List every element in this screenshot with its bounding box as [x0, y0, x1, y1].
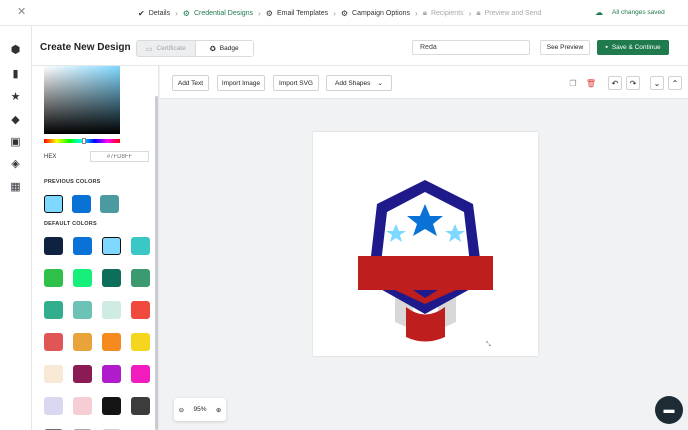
default-color-swatch[interactable]	[73, 333, 92, 351]
chevron-up-icon[interactable]: ⌃	[668, 76, 682, 90]
default-color-swatch[interactable]	[44, 301, 63, 319]
hex-input[interactable]	[90, 151, 149, 162]
default-colors-label: DEFAULT COLORS	[44, 221, 97, 227]
canvas-toolbar: Add Text Import Image Import SVG Add Sha…	[160, 66, 688, 99]
duplicate-icon[interactable]: ❐	[566, 76, 580, 90]
default-color-swatch[interactable]	[44, 397, 63, 415]
step-details[interactable]: ✔ Details	[138, 9, 170, 18]
add-shapes-dropdown[interactable]: Add Shapes ⌄	[326, 75, 392, 91]
default-color-swatch[interactable]	[131, 269, 150, 287]
chevron-down-icon[interactable]: ⌄	[650, 76, 664, 90]
chevron-right-icon: ›	[258, 8, 261, 18]
default-color-swatch[interactable]	[73, 397, 92, 415]
certificate-option[interactable]: ▭ Certificate	[137, 41, 195, 56]
chevron-right-icon: ›	[415, 8, 418, 18]
chat-icon[interactable]: ▬	[655, 396, 683, 424]
save-continue-button[interactable]: ▪ Save & Continue	[597, 40, 669, 55]
design-name-input[interactable]	[412, 40, 530, 55]
save-status: ☁ All changes saved	[595, 8, 665, 17]
layers-icon[interactable]: ◈	[9, 158, 22, 171]
resize-handle-icon[interactable]: ⤡	[486, 342, 491, 349]
cloud-check-icon: ☁	[595, 8, 603, 17]
page-title: Create New Design	[40, 42, 131, 53]
default-color-swatch[interactable]	[102, 365, 121, 383]
default-color-swatch[interactable]	[131, 365, 150, 383]
badge-icon[interactable]: ⬢	[9, 44, 22, 57]
default-color-swatch[interactable]	[73, 269, 92, 287]
hex-label: HEX	[44, 154, 57, 160]
add-text-button[interactable]: Add Text	[172, 75, 209, 91]
tag-icon[interactable]: ◆	[9, 114, 22, 127]
lock-icon: 🔒︎	[422, 8, 427, 17]
zoom-in-icon[interactable]: ⊕	[216, 406, 221, 414]
step-credential-designs[interactable]: ⚙ Credential Designs	[183, 9, 253, 18]
design-type-toggle: ▭ Certificate ✪ Badge	[136, 40, 254, 57]
image-icon[interactable]: ▣	[9, 136, 22, 149]
tool-rail: ⬢ ▮ ★ ◆ ▣ ◈ ▦	[0, 26, 32, 430]
default-color-swatch[interactable]	[102, 397, 121, 415]
previous-colors-label: PREVIOUS COLORS	[44, 179, 101, 185]
top-bar: ✕ ✔ Details › ⚙ Credential Designs › ⚙ Emai…	[0, 0, 688, 26]
chevron-right-icon: ›	[175, 8, 178, 18]
import-image-button[interactable]: Import Image	[217, 75, 265, 91]
zoom-control: ⊖ 95% ⊕	[174, 398, 226, 421]
editor-header: Create New Design ▭Certificate ✪Badge Se…	[32, 26, 688, 66]
badge-icon: ✪	[209, 45, 216, 53]
certificate-icon: ▭	[145, 45, 153, 53]
chevron-right-icon: ›	[468, 8, 472, 18]
default-color-swatch[interactable]	[44, 237, 63, 255]
step-recipients: 🔒︎ Recipients	[422, 8, 464, 17]
step-campaign-options[interactable]: ⚙ Campaign Options	[341, 9, 410, 18]
artboard[interactable]	[313, 132, 538, 356]
default-color-swatch[interactable]	[102, 333, 121, 351]
ribbon-banner	[358, 256, 493, 290]
default-color-swatch[interactable]	[131, 333, 150, 351]
badge-graphic[interactable]	[313, 132, 538, 356]
bookmark-icon[interactable]: ▮	[9, 68, 22, 81]
zoom-out-icon[interactable]: ⊖	[179, 406, 184, 414]
default-color-swatch[interactable]	[102, 301, 121, 319]
gear-icon: ⚙	[340, 8, 349, 18]
undo-icon[interactable]: ↶	[608, 76, 622, 90]
previous-color-swatch[interactable]	[44, 195, 63, 213]
default-color-swatch[interactable]	[73, 237, 92, 255]
lock-icon: 🔒︎	[476, 8, 481, 17]
default-color-swatch[interactable]	[102, 269, 121, 287]
default-color-swatch[interactable]	[102, 237, 121, 255]
close-icon[interactable]: ✕	[17, 5, 26, 18]
star-icon[interactable]: ★	[9, 91, 22, 104]
step-navigation: ✔ Details › ⚙ Credential Designs › ⚙ Email …	[138, 8, 541, 18]
redo-icon[interactable]: ↷	[626, 76, 640, 90]
gear-icon: ⚙	[265, 8, 273, 18]
see-preview-button[interactable]: See Preview	[540, 40, 590, 55]
hue-slider-handle[interactable]	[82, 138, 86, 144]
color-picker-panel: HEX PREVIOUS COLORS DEFAULT COLORS	[32, 66, 159, 430]
trash-icon[interactable]: 🗑︎	[584, 76, 598, 90]
panel-scrollbar[interactable]	[155, 96, 158, 430]
check-circle-icon: ✔	[138, 8, 145, 18]
badge-option[interactable]: ✪ Badge	[194, 41, 253, 56]
previous-color-swatch[interactable]	[72, 195, 91, 213]
previous-color-swatch[interactable]	[100, 195, 119, 213]
default-color-swatch[interactable]	[44, 269, 63, 287]
saturation-picker[interactable]	[44, 66, 120, 134]
chevron-right-icon: ›	[333, 8, 336, 18]
import-svg-button[interactable]: Import SVG	[273, 75, 319, 91]
default-color-swatch[interactable]	[131, 301, 150, 319]
default-color-swatch[interactable]	[44, 333, 63, 351]
gear-icon: ⚙	[182, 8, 190, 18]
default-color-swatch[interactable]	[73, 365, 92, 383]
chevron-down-icon: ⌄	[377, 80, 383, 87]
default-color-swatch[interactable]	[44, 365, 63, 383]
step-preview-and-send: 🔒︎ Preview and Send	[476, 8, 542, 17]
save-icon: ▪	[605, 44, 608, 51]
step-email-templates[interactable]: ⚙ Email Templates	[266, 9, 328, 18]
default-color-swatch[interactable]	[131, 397, 150, 415]
default-color-swatch[interactable]	[131, 237, 150, 255]
qr-code-icon[interactable]: ▦	[9, 181, 22, 194]
zoom-level: 95%	[193, 406, 207, 413]
default-color-swatch[interactable]	[73, 301, 92, 319]
